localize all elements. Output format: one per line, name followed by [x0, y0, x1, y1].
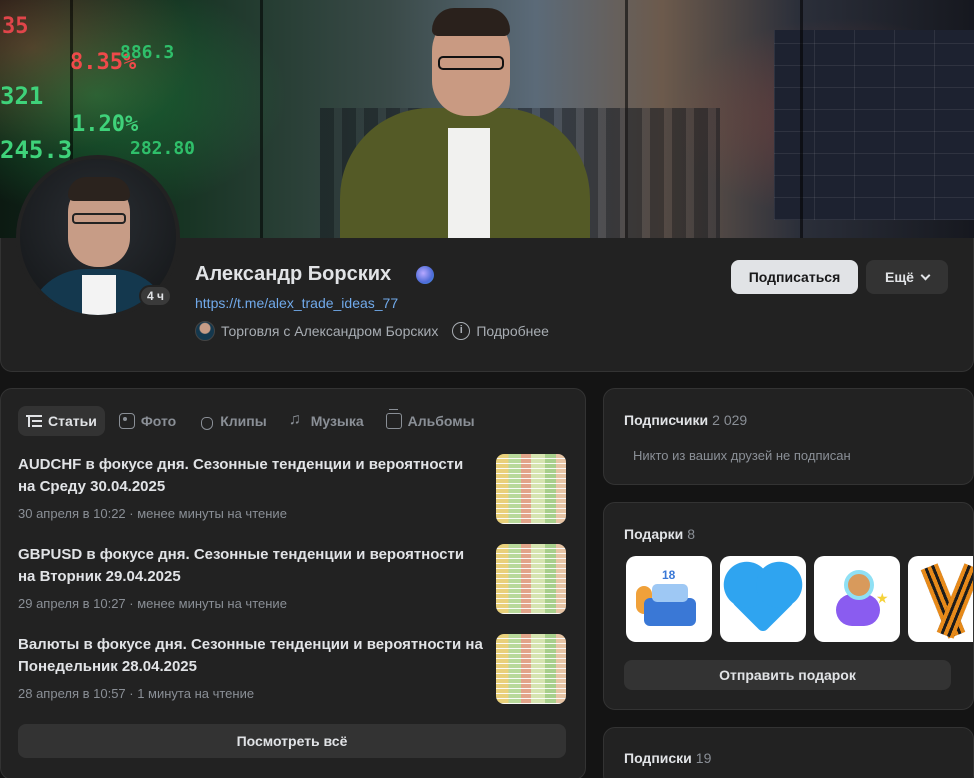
followers-note: Никто из ваших друзей не подписан: [633, 448, 851, 463]
tab-label: Фото: [140, 413, 177, 429]
subscriptions-title: Подписки: [624, 750, 692, 766]
subscriptions-panel: Подписки 19: [603, 727, 974, 778]
followers-count: 2 029: [712, 412, 748, 428]
st-george-ribbon-gift-icon[interactable]: [908, 556, 973, 642]
tab-music[interactable]: Музыка: [281, 406, 372, 436]
last-seen-badge: 4 ч: [139, 285, 172, 307]
tab-label: Клипы: [220, 413, 267, 429]
gifts-title: Подарки: [624, 526, 684, 542]
article-item[interactable]: AUDCHF в фокусе дня. Сезонные тенденции …: [18, 454, 566, 524]
articles-icon: [26, 413, 42, 429]
verified-icon[interactable]: [416, 266, 434, 284]
profile-link[interactable]: https://t.me/alex_trade_ideas_77: [195, 295, 398, 311]
group-avatar-icon[interactable]: [195, 321, 215, 341]
tab-label: Музыка: [310, 413, 364, 429]
tab-photo[interactable]: Фото: [111, 406, 184, 436]
subscriptions-header[interactable]: Подписки 19: [624, 750, 711, 766]
birthday-cake-gift-icon[interactable]: 18: [626, 556, 712, 642]
cover-ticker: 1.20%: [72, 112, 139, 137]
subscriptions-count: 19: [695, 750, 712, 766]
cover-window-frame: [800, 0, 803, 238]
tab-label: Альбомы: [407, 413, 475, 429]
content-tabs: Статьи Фото Клипы Музыка Альбомы: [18, 406, 483, 436]
cover-ticker: 282.80: [130, 138, 196, 159]
tab-albums[interactable]: Альбомы: [378, 406, 483, 436]
clips-icon: [198, 413, 214, 430]
profile-name: Александр Борских: [195, 263, 392, 285]
view-all-button[interactable]: Посмотреть всё: [18, 724, 566, 758]
article-thumbnail[interactable]: [496, 454, 566, 524]
cover-trading-monitor: [774, 30, 974, 220]
astronaut-dog-gift-icon[interactable]: ★: [814, 556, 900, 642]
article-title[interactable]: Валюты в фокусе дня. Сезонные тенденции …: [18, 634, 483, 678]
article-thumbnail[interactable]: [496, 634, 566, 704]
tab-articles[interactable]: Статьи: [18, 406, 105, 436]
article-item[interactable]: GBPUSD в фокусе дня. Сезонные тенденции …: [18, 544, 566, 614]
followers-header[interactable]: Подписчики 2 029: [624, 412, 747, 428]
tab-clips[interactable]: Клипы: [190, 406, 274, 436]
profile-meta-row: Торговля с Александром Борских i Подробн…: [195, 321, 549, 341]
article-meta: 28 апреля в 10:57 · 1 минута на чтение: [18, 686, 255, 701]
content-panel: Статьи Фото Клипы Музыка Альбомы AUDCHF …: [0, 388, 586, 778]
cover-window-frame: [625, 0, 628, 238]
details-link[interactable]: Подробнее: [476, 323, 549, 339]
gifts-count: 8: [687, 526, 696, 542]
more-button-label: Ещё: [885, 269, 914, 285]
photo-icon: [118, 413, 135, 429]
cover-window-frame: [260, 0, 263, 238]
cover-person: [340, 0, 590, 238]
article-title[interactable]: AUDCHF в фокусе дня. Сезонные тенденции …: [18, 454, 483, 498]
article-item[interactable]: Валюты в фокусе дня. Сезонные тенденции …: [18, 634, 566, 704]
chevron-down-icon: [920, 270, 931, 280]
blue-heart-gift-icon[interactable]: [720, 556, 806, 642]
gifts-panel: Подарки 8 18 ★ Отправить подарок: [603, 502, 974, 710]
article-thumbnail[interactable]: [496, 544, 566, 614]
send-gift-button[interactable]: Отправить подарок: [624, 660, 951, 690]
followers-title: Подписчики: [624, 412, 709, 428]
group-link[interactable]: Торговля с Александром Борских: [221, 323, 438, 339]
albums-icon: [385, 409, 402, 429]
cover-ticker: 886.3: [120, 42, 175, 63]
followers-panel: Подписчики 2 029 Никто из ваших друзей не…: [603, 388, 974, 485]
article-meta: 29 апреля в 10:27 · менее минуты на чтен…: [18, 596, 287, 611]
subscribe-button[interactable]: Подписаться: [731, 260, 858, 294]
more-button[interactable]: Ещё: [866, 260, 948, 294]
cover-ticker: 321: [0, 82, 44, 110]
article-meta: 30 апреля в 10:22 · менее минуты на чтен…: [18, 506, 287, 521]
cover-ticker: 35: [2, 14, 29, 39]
gifts-header[interactable]: Подарки 8: [624, 526, 695, 542]
article-title[interactable]: GBPUSD в фокусе дня. Сезонные тенденции …: [18, 544, 483, 588]
info-icon[interactable]: i: [452, 322, 471, 340]
gift-cake-number: 18: [662, 568, 676, 582]
tab-label: Статьи: [48, 413, 97, 429]
music-icon: [289, 411, 305, 429]
